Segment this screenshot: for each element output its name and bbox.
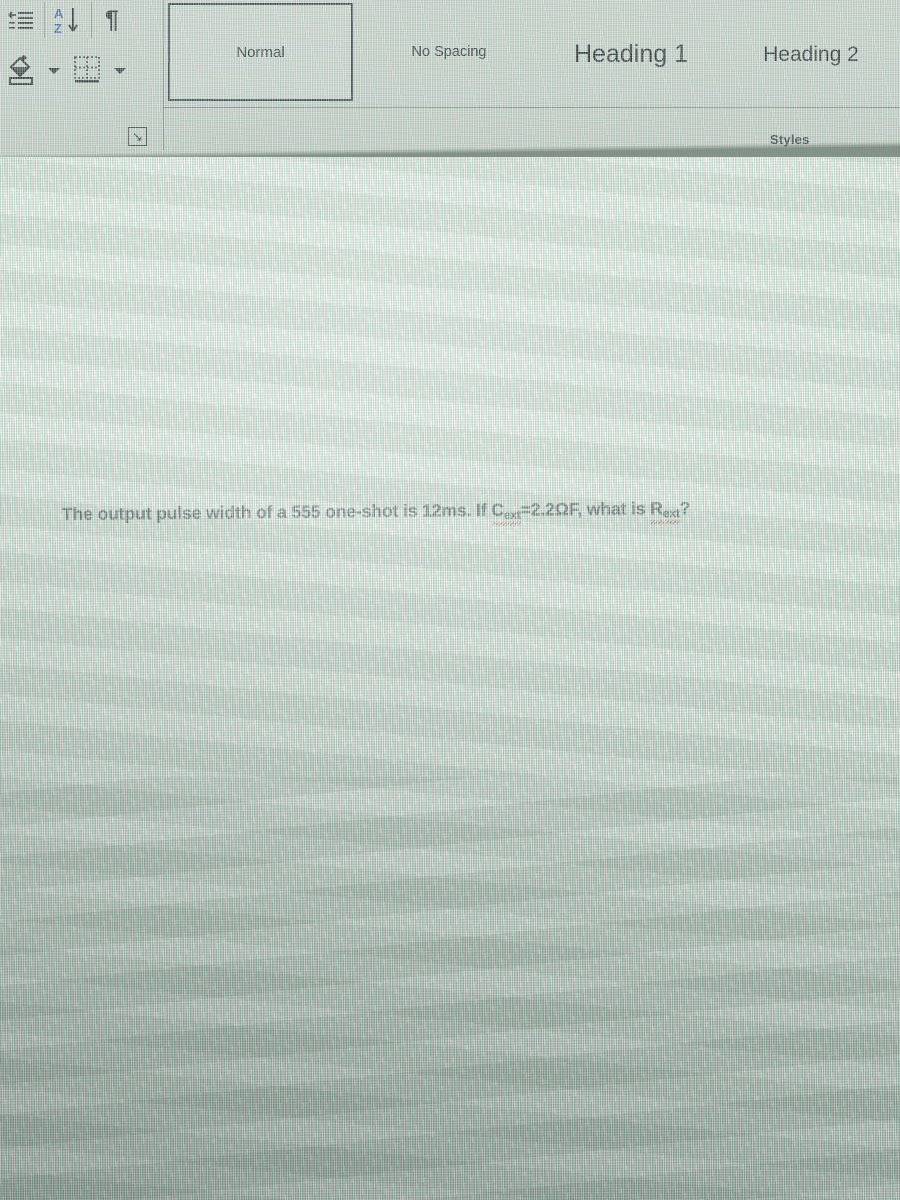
paragraph-segment-2: =2.2ΩF, what is [520,498,651,520]
ribbon: A Z ¶ ↘ Normal No Spacing Heading 1 Head… [0,0,900,157]
sort-az-icon[interactable]: A Z [50,3,84,39]
paragraph-group: A Z ¶ ↘ [0,0,150,150]
multilevel-list-icon[interactable] [4,5,38,37]
divider [163,107,900,108]
style-item-heading-1[interactable]: Heading 1 [541,5,721,103]
borders-icon[interactable] [70,53,104,87]
r-subscript: ext [662,506,680,521]
misspelled-word-rext: Rext [650,498,680,520]
style-item-heading-2[interactable]: Heading 2 [726,6,896,104]
document-page[interactable]: The output pulse width of a 555 one-shot… [0,157,900,1200]
divider [44,2,45,38]
page-vignette [0,157,900,1200]
style-label: No Spacing [411,44,487,60]
divider [91,2,92,38]
r-symbol: R [650,498,663,519]
style-label: Normal [236,43,285,61]
svg-text:A: A [54,6,64,21]
shading-chevron-down-icon[interactable] [48,68,60,74]
page-moire-overlay [0,157,900,1200]
shading-icon[interactable] [5,53,39,87]
paragraph-segment-1: The output pulse width of a 555 one-shot… [61,499,492,524]
page-interference-bands-lower [0,777,900,1200]
borders-chevron-down-icon[interactable] [114,68,126,74]
page-interference-bands [0,157,900,1200]
style-label: Heading 1 [574,39,688,68]
paragraph-dialog-launcher[interactable]: ↘ [128,127,147,146]
svg-text:Z: Z [54,21,62,36]
c-subscript: ext [503,507,521,522]
misspelled-word-cext: Cext [491,500,521,522]
pilcrow-icon[interactable]: ¶ [97,2,127,38]
style-item-normal[interactable]: Normal [168,3,353,101]
style-item-no-spacing[interactable]: No Spacing [360,3,538,101]
paragraph-segment-3: ? [679,497,691,519]
screenshot-root: A Z ¶ ↘ Normal No Spacing Heading 1 Head… [0,0,900,1200]
style-label: Heading 2 [763,43,859,66]
document-paragraph: The output pulse width of a 555 one-shot… [62,496,862,526]
divider [163,0,164,150]
styles-gallery: Normal No Spacing Heading 1 Heading 2 [163,0,900,150]
c-symbol: C [491,499,504,520]
